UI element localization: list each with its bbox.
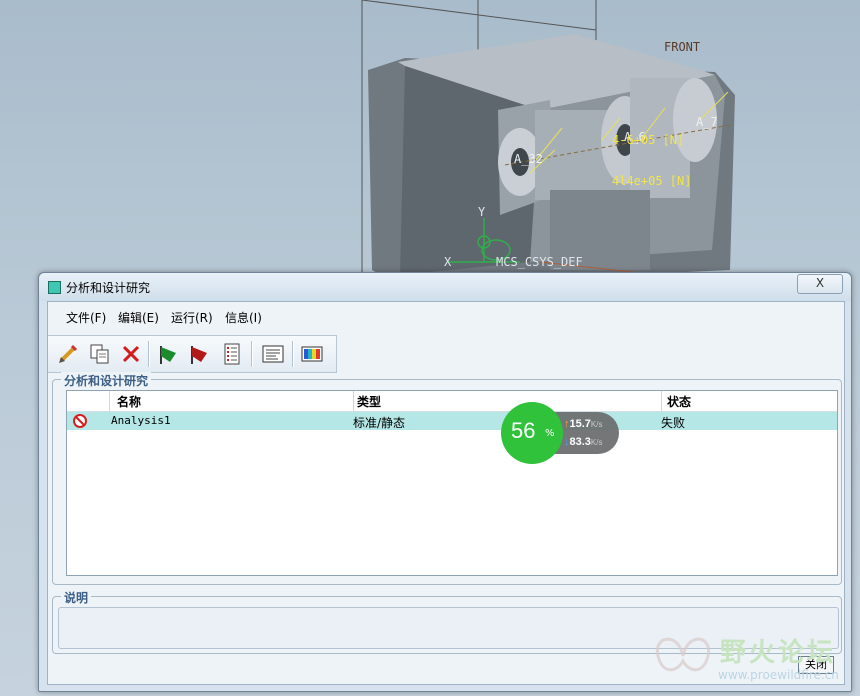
results-icon[interactable]: [300, 342, 324, 366]
dialog-title: 分析和设计研究: [66, 281, 151, 295]
studies-group-legend: 分析和设计研究: [61, 372, 152, 389]
download-unit: K/s: [590, 438, 603, 447]
front-datum-label: FRONT: [664, 40, 700, 54]
percent-sign: %: [545, 428, 555, 439]
forum-watermark: 野火论坛 www.proewildfire.cn: [648, 626, 848, 690]
force-label-1: 4-6+05 [N]: [612, 133, 684, 147]
table-row[interactable]: Analysis1 标准/静态 失败: [67, 412, 837, 430]
menu-run[interactable]: 运行(R): [171, 309, 213, 326]
delete-icon[interactable]: [119, 342, 143, 366]
menu-info[interactable]: 信息(I): [225, 309, 262, 326]
network-speed-widget[interactable]: 56 % ↑15.7K/s ↓83.3K/s: [501, 402, 619, 464]
csys-label: MCS_CSYS_DEF: [496, 255, 583, 269]
download-speed: ↓83.3K/s: [564, 436, 603, 448]
menu-file[interactable]: 文件(F): [66, 309, 106, 326]
studies-group: 分析和设计研究 名称 类型 状态 Analysis1 标准/静态 失败: [52, 372, 842, 585]
upload-value: 15.7: [569, 418, 591, 430]
download-value: 83.3: [569, 436, 591, 448]
description-group-legend: 说明: [61, 589, 92, 606]
upload-speed: ↑15.7K/s: [564, 418, 603, 430]
toolbar: [48, 335, 337, 373]
axis-a32-label: A_32: [514, 152, 543, 166]
usage-percent: 56: [511, 418, 536, 443]
watermark-text: 野火论坛: [720, 638, 837, 668]
copy-icon[interactable]: [88, 342, 112, 366]
studies-list[interactable]: 名称 类型 状态 Analysis1 标准/静态 失败: [66, 390, 838, 576]
report-icon[interactable]: [261, 342, 285, 366]
close-window-button[interactable]: X: [797, 274, 843, 294]
study-name-cell: Analysis1: [111, 414, 171, 427]
dialog-titlebar[interactable]: 分析和设计研究 X: [39, 273, 851, 301]
green-flag-icon[interactable]: [156, 342, 180, 366]
butterfly-logo-icon: [655, 637, 711, 672]
watermark-url: www.proewildfire.cn: [718, 668, 839, 682]
column-type[interactable]: 类型: [357, 393, 381, 410]
list-icon[interactable]: [220, 342, 244, 366]
axis-a7-label: A_7: [696, 115, 718, 129]
x-axis-label: X: [444, 255, 452, 269]
network-usage-circle: 56 %: [501, 402, 563, 464]
menu-bar: 文件(F) 编辑(E) 运行(R) 信息(I): [48, 302, 844, 330]
y-axis-label: Y: [478, 205, 486, 219]
study-type-cell: 标准/静态: [353, 416, 406, 430]
study-status-cell: 失败: [661, 416, 686, 430]
force-label-2: 4l4e+05 [N]: [612, 174, 691, 188]
list-header: 名称 类型 状态: [67, 391, 837, 412]
column-name[interactable]: 名称: [117, 393, 141, 410]
menu-edit[interactable]: 编辑(E): [118, 309, 159, 326]
app-icon: [48, 281, 61, 294]
pencil-icon[interactable]: [56, 342, 80, 366]
column-status[interactable]: 状态: [667, 393, 691, 410]
upload-unit: K/s: [590, 420, 603, 429]
failed-icon: [72, 413, 88, 432]
red-flag-icon[interactable]: [187, 342, 211, 366]
